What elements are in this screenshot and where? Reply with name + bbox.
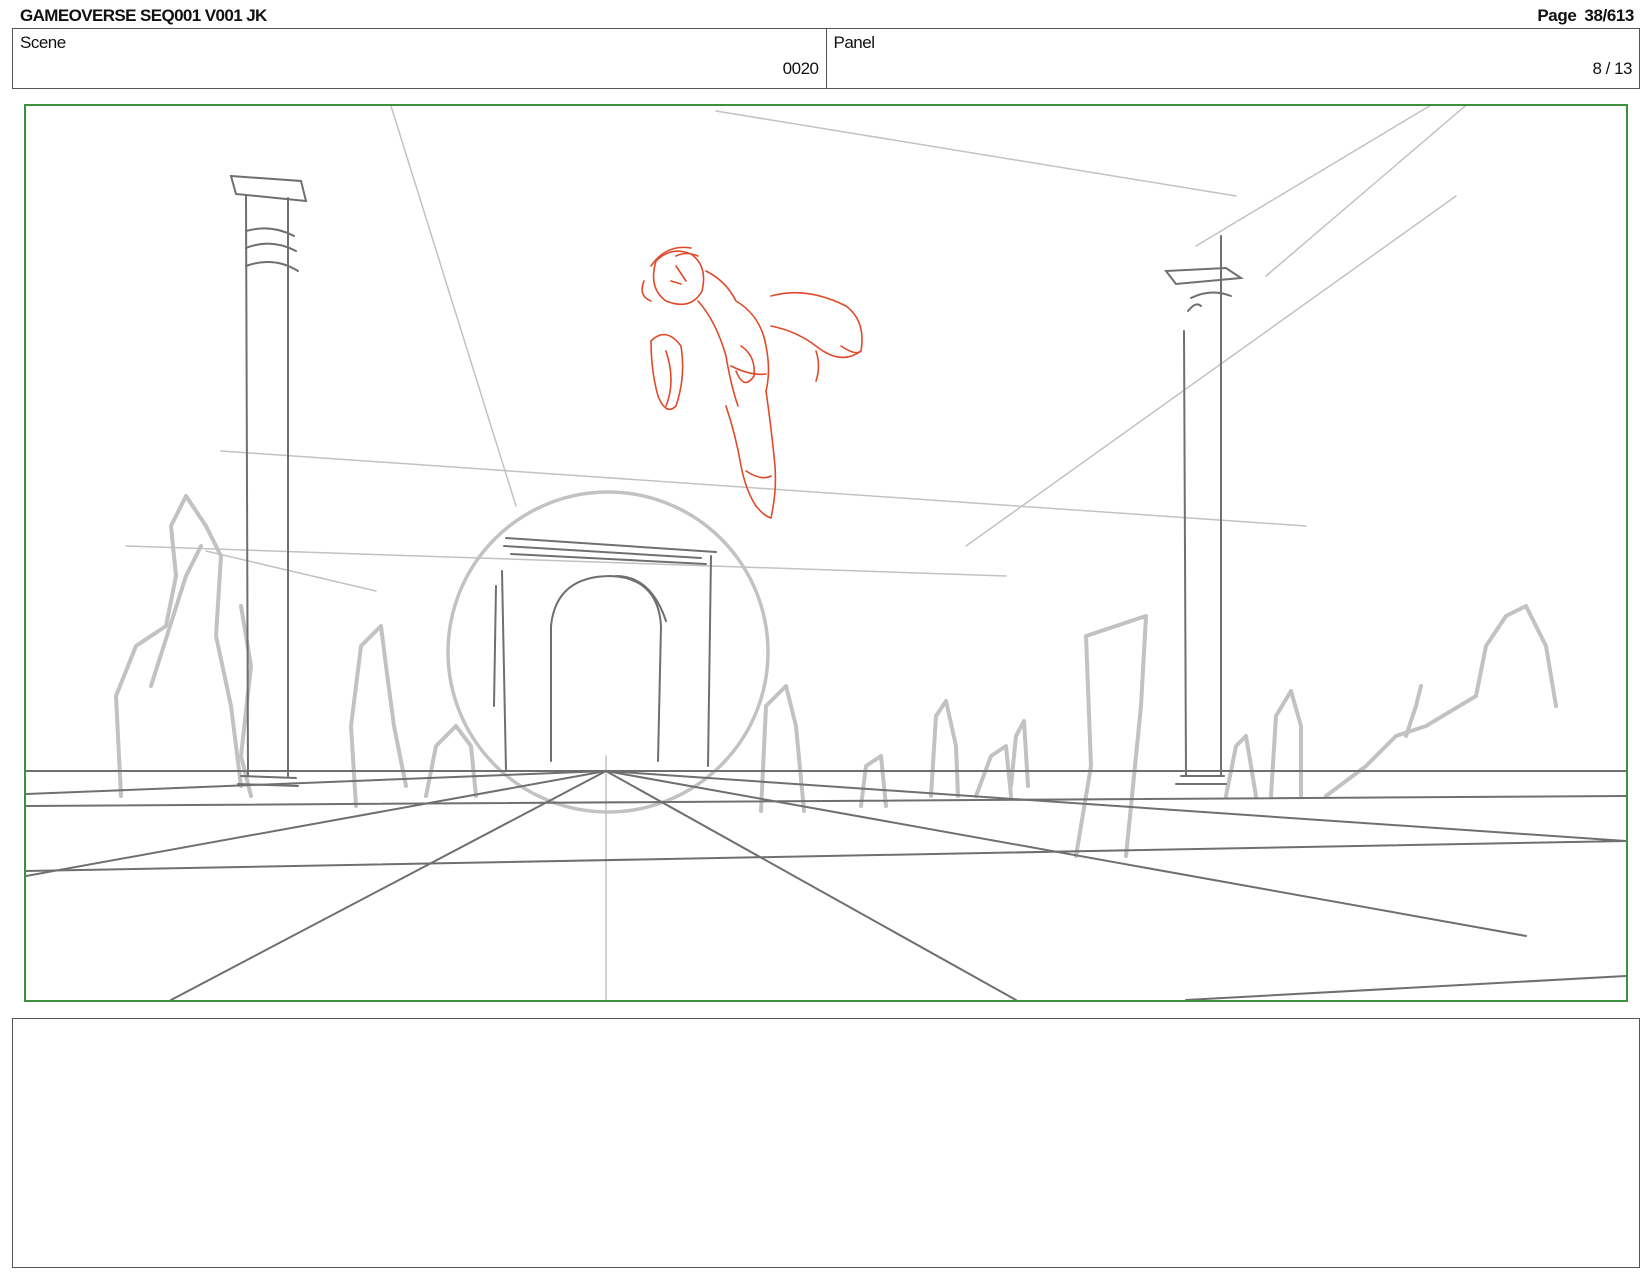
scene-number: 0020 xyxy=(782,59,819,78)
scene-label: Scene xyxy=(20,33,66,52)
page-number: 38/613 xyxy=(1584,6,1634,25)
character-sketch xyxy=(641,246,863,519)
panel-label: Panel xyxy=(833,33,875,52)
storyboard-frame xyxy=(24,104,1628,1002)
scene-cell: Scene 0020 xyxy=(13,29,826,88)
background-rocks xyxy=(114,494,1558,858)
page-indicator: Page 38/613 xyxy=(1529,6,1634,26)
portal xyxy=(446,490,770,814)
page-label: Page xyxy=(1537,6,1577,25)
document-title: GAMEOVERSE SEQ001 V001 JK xyxy=(20,6,267,25)
left-column xyxy=(229,174,308,787)
storyboard-sketch xyxy=(26,106,1626,1000)
panel-number: 8 / 13 xyxy=(1592,59,1632,78)
right-column xyxy=(1164,235,1244,785)
scene-panel-info: Scene 0020 Panel 8 / 13 xyxy=(12,28,1640,89)
floor-perspective xyxy=(26,770,1626,1000)
notes-area xyxy=(12,1018,1640,1268)
panel-cell: Panel 8 / 13 xyxy=(825,29,1640,88)
